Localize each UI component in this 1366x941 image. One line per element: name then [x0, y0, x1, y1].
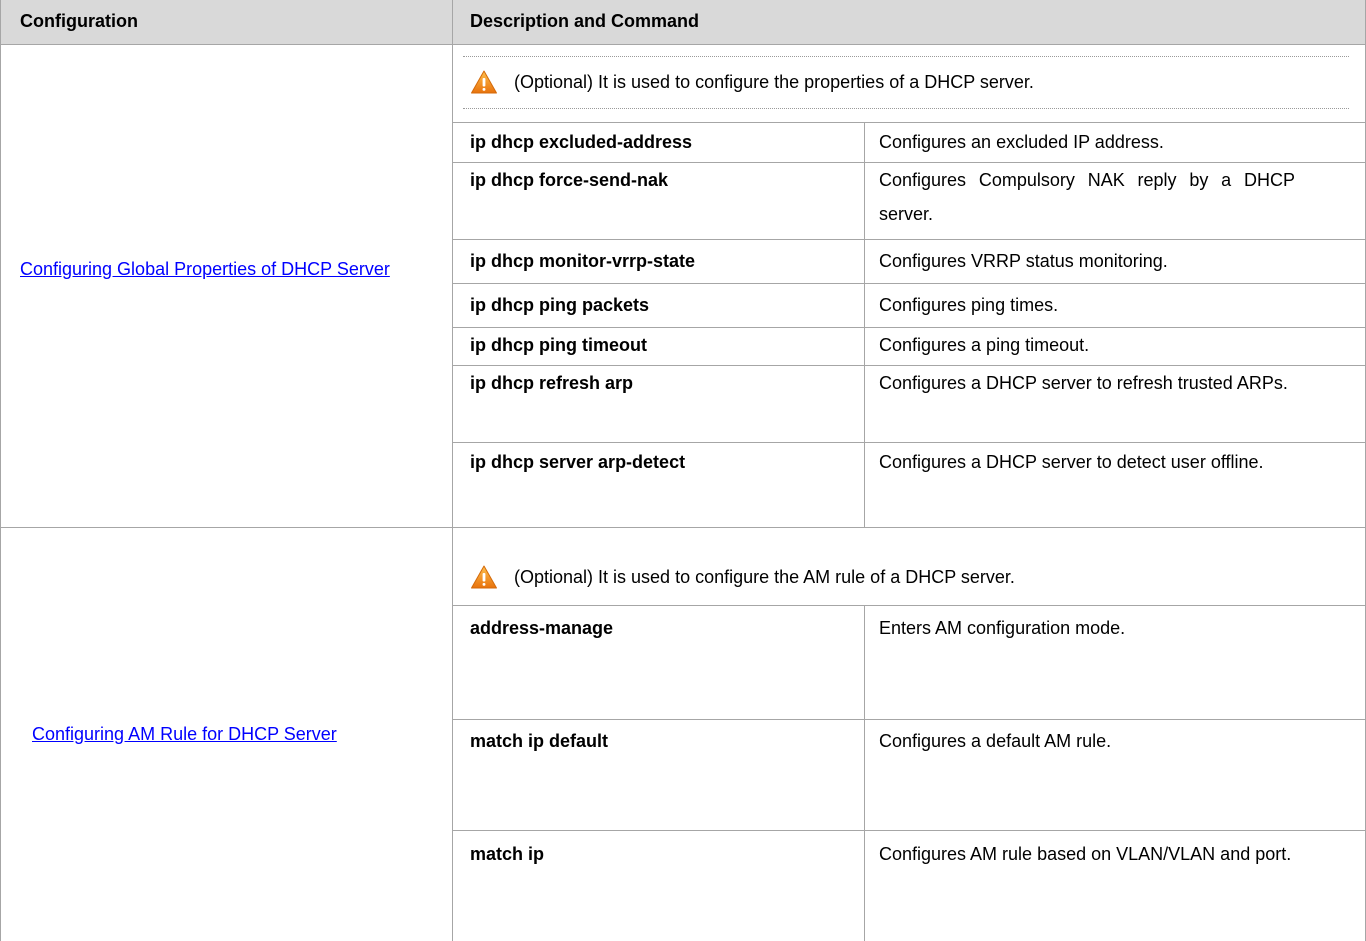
description-text: Enters AM configuration mode. — [879, 618, 1126, 638]
warning-icon — [471, 70, 497, 94]
subcolumn-divider-2 — [864, 605, 865, 941]
link-global-properties[interactable]: Configuring Global Properties of DHCP Se… — [20, 252, 445, 286]
row-line — [452, 239, 1366, 240]
note-global-properties: (Optional) It is used to configure the p… — [470, 65, 1034, 99]
row-line — [452, 719, 1366, 720]
header-bottom-line — [0, 44, 1366, 45]
border-left — [0, 0, 1, 941]
command-text: address-manage — [470, 618, 614, 638]
command-text: ip dhcp ping timeout — [470, 335, 647, 355]
row-line — [452, 830, 1366, 831]
description-text: Configures a DHCP server to refresh trus… — [879, 373, 1288, 393]
note-text: (Optional) It is used to configure the p… — [514, 71, 1034, 92]
description-text: Configures a default AM rule. — [879, 731, 1112, 751]
header-configuration: Configuration — [20, 11, 138, 31]
command-text: match ip — [470, 844, 545, 864]
description-text: Configures VRRP status monitoring. — [879, 251, 1168, 271]
note-text: (Optional) It is used to configure the A… — [514, 566, 1015, 587]
description-text: Configures a DHCP server to detect user … — [879, 452, 1264, 472]
row-line — [452, 122, 1366, 123]
command-text: ip dhcp excluded-address — [470, 132, 693, 152]
description-text: Configures a ping timeout. — [879, 335, 1090, 355]
description-text: Configures Compulsory NAK reply by a DHC… — [879, 170, 1295, 224]
description-text: Configures AM rule based on VLAN/VLAN an… — [879, 844, 1292, 864]
command-text: ip dhcp ping packets — [470, 295, 650, 315]
note-top-dotted — [463, 56, 1349, 57]
config-table: Configuration Description and Command Co… — [0, 0, 1366, 941]
header-description: Description and Command — [470, 11, 700, 31]
command-text: ip dhcp monitor-vrrp-state — [470, 251, 696, 271]
row-line — [452, 605, 1366, 606]
column-divider — [452, 0, 453, 941]
note-am-rule: (Optional) It is used to configure the A… — [470, 560, 1015, 594]
warning-icon — [471, 565, 497, 589]
command-text: ip dhcp force-send-nak — [470, 170, 669, 190]
description-text: Configures ping times. — [879, 295, 1059, 315]
row-line — [452, 283, 1366, 284]
command-text: ip dhcp refresh arp — [470, 373, 634, 393]
description-text: Configures an excluded IP address. — [879, 132, 1164, 152]
subcolumn-divider-1 — [864, 122, 865, 527]
command-text: match ip default — [470, 731, 609, 751]
section-divider — [0, 527, 1366, 528]
row-line — [452, 442, 1366, 443]
note-bottom-dotted — [463, 108, 1349, 109]
link-am-rule[interactable]: Configuring AM Rule for DHCP Server — [32, 717, 447, 751]
command-text: ip dhcp server arp-detect — [470, 452, 686, 472]
